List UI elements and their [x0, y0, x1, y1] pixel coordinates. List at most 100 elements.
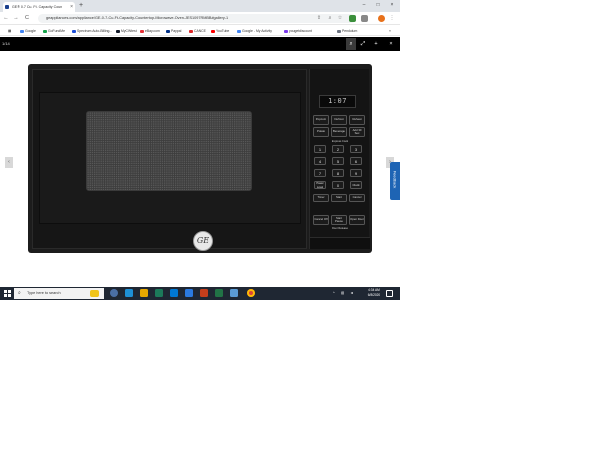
- system-clock[interactable]: 4:34 AM 6/8/2020: [365, 288, 383, 298]
- tab-title: GE® 0.7 Cu. Ft. Capacity Coun: [12, 5, 63, 9]
- extension-icon[interactable]: [349, 15, 356, 22]
- zoom-icon[interactable]: ⌕: [346, 38, 356, 50]
- minimize-button[interactable]: –: [357, 1, 371, 10]
- start-button: Start: [331, 194, 347, 202]
- feedback-tab[interactable]: Feedback: [390, 162, 400, 200]
- url-text: geappliances.com/appliance/GE-0-7-Cu-Ft-…: [46, 16, 229, 20]
- bookmark-favicon: [284, 29, 288, 33]
- expand-icon[interactable]: ⤢: [358, 38, 368, 50]
- bookmark-label: YouTube: [216, 29, 230, 33]
- control-panel: 1:07 Popcorn Defrost Reheat Potato Bever…: [309, 69, 370, 249]
- potato-button: Potato: [313, 127, 329, 137]
- bookmark-item[interactable]: yougetdiscount: [284, 26, 312, 36]
- bookmark-label: Google - My Activity: [242, 29, 272, 33]
- bookmarks-bar: ▦ Google GoFundMe Spectrum Auto-Billing.…: [0, 26, 400, 36]
- defrost-button: Defrost: [331, 115, 347, 125]
- bookmark-favicon: [72, 29, 76, 33]
- network-icon[interactable]: ▥: [341, 287, 344, 300]
- word-icon[interactable]: [185, 289, 193, 297]
- feedback-label: Feedback: [392, 170, 398, 189]
- bookmark-label: Paypal: [171, 29, 182, 33]
- bookmark-item[interactable]: Pendulum: [337, 26, 357, 36]
- bookmark-item[interactable]: Google: [20, 26, 36, 36]
- back-button[interactable]: ←: [2, 14, 10, 23]
- bookmark-label: Pendulum: [342, 29, 358, 33]
- start-pause-button: Start Pause: [331, 215, 347, 225]
- windows-start-icon[interactable]: [4, 290, 11, 297]
- bookmark-item[interactable]: eBay.com: [140, 26, 160, 36]
- excel-icon[interactable]: [215, 289, 223, 297]
- store-icon[interactable]: [155, 289, 163, 297]
- bookmark-item[interactable]: Paypal: [166, 26, 181, 36]
- bookmarks-more-button[interactable]: »: [384, 26, 391, 36]
- cortana-icon[interactable]: [90, 290, 99, 297]
- gallery-viewer: 1/14 ⌕ ⤢ + × ‹ › GE 1:07 Popcorn Defrost…: [0, 37, 400, 287]
- maximize-button[interactable]: □: [371, 1, 385, 10]
- menu-kebab-icon[interactable]: ⋮: [388, 14, 396, 23]
- bookmarks-apps-icon[interactable]: ▦: [3, 26, 11, 36]
- file-explorer-icon[interactable]: [140, 289, 148, 297]
- keypad-9: 9: [350, 169, 362, 177]
- bookmark-label: Google: [25, 29, 36, 33]
- bookmark-favicon: [211, 29, 215, 33]
- url-input[interactable]: geappliances.com/appliance/GE-0-7-Cu-Ft-…: [38, 14, 356, 23]
- extensions-puzzle-icon[interactable]: [361, 15, 368, 22]
- express-cook-label: Express Cook: [331, 140, 349, 143]
- bookmark-item[interactable]: Spectrum Auto-Billing...: [72, 26, 112, 36]
- tab-close-icon[interactable]: ×: [70, 2, 73, 12]
- bookmark-favicon: [189, 29, 193, 33]
- share-icon[interactable]: ⇪: [315, 14, 323, 23]
- bookmark-item[interactable]: MyCWtest: [116, 26, 137, 36]
- popcorn-button: Popcorn: [313, 115, 329, 125]
- tray-chevron-icon[interactable]: ^: [333, 287, 335, 300]
- reheat-button: Reheat: [349, 115, 365, 125]
- powerpoint-icon[interactable]: [200, 289, 208, 297]
- cancel-off-button: Cancel Off: [313, 215, 329, 225]
- app-icon[interactable]: [230, 289, 238, 297]
- bookmark-favicon: [337, 29, 341, 33]
- bookmark-label: eBay.com: [145, 29, 160, 33]
- bookmark-label: MyCWtest: [121, 29, 137, 33]
- time-display: 1:07: [319, 95, 356, 108]
- timer-button: Timer: [313, 194, 329, 202]
- prev-image-button[interactable]: ‹: [5, 157, 13, 168]
- mail-icon[interactable]: [170, 289, 178, 297]
- volume-icon[interactable]: ◄: [350, 287, 353, 300]
- add-icon[interactable]: +: [371, 38, 381, 50]
- open-door-button: Open Door: [349, 215, 365, 225]
- cancel-button: Cancel: [349, 194, 365, 202]
- profile-avatar[interactable]: [378, 15, 385, 22]
- product-image-microwave: GE 1:07 Popcorn Defrost Reheat Potato Be…: [28, 64, 372, 253]
- bookmark-item[interactable]: CANCE: [189, 26, 206, 36]
- viewer-close-icon[interactable]: ×: [386, 38, 396, 50]
- bookmark-item[interactable]: YouTube: [211, 26, 229, 36]
- keypad-0: 0: [332, 181, 344, 189]
- viewer-toolbar: 1/14 ⌕ ⤢ + ×: [0, 37, 400, 51]
- add-30-sec-button: Add 30 Sec: [349, 127, 365, 137]
- beverage-button: Beverage: [331, 127, 347, 137]
- screen: GE® 0.7 Cu. Ft. Capacity Coun × + – □ × …: [0, 0, 400, 300]
- clock-date: 6/8/2020: [367, 293, 381, 297]
- new-tab-button[interactable]: +: [79, 2, 83, 10]
- bookmark-item[interactable]: Google - My Activity: [237, 26, 272, 36]
- reload-button[interactable]: C: [23, 14, 31, 23]
- bookmark-item[interactable]: GoFundMe: [43, 26, 65, 36]
- browser-tab[interactable]: GE® 0.7 Cu. Ft. Capacity Coun ×: [3, 2, 75, 12]
- chrome-icon[interactable]: [247, 289, 255, 297]
- keypad-3: 3: [350, 145, 362, 153]
- bookmark-favicon: [43, 29, 47, 33]
- address-bar: ← → C geappliances.com/appliance/GE-0-7-…: [0, 12, 400, 25]
- bookmark-label: CANCE: [194, 29, 206, 33]
- forward-button[interactable]: →: [12, 14, 20, 23]
- task-view-icon[interactable]: [110, 289, 118, 297]
- edge-icon[interactable]: [125, 289, 133, 297]
- notifications-icon[interactable]: [386, 290, 393, 297]
- bookmark-favicon: [166, 29, 170, 33]
- taskbar-search-input[interactable]: ⌕ Type here to search: [14, 288, 104, 299]
- bookmark-favicon: [140, 29, 144, 33]
- keypad-7: 7: [314, 169, 326, 177]
- lens-icon[interactable]: ⌕: [326, 14, 334, 23]
- window-close-button[interactable]: ×: [385, 1, 399, 10]
- bookmark-star-icon[interactable]: ☆: [336, 14, 344, 23]
- bookmark-favicon: [20, 29, 24, 33]
